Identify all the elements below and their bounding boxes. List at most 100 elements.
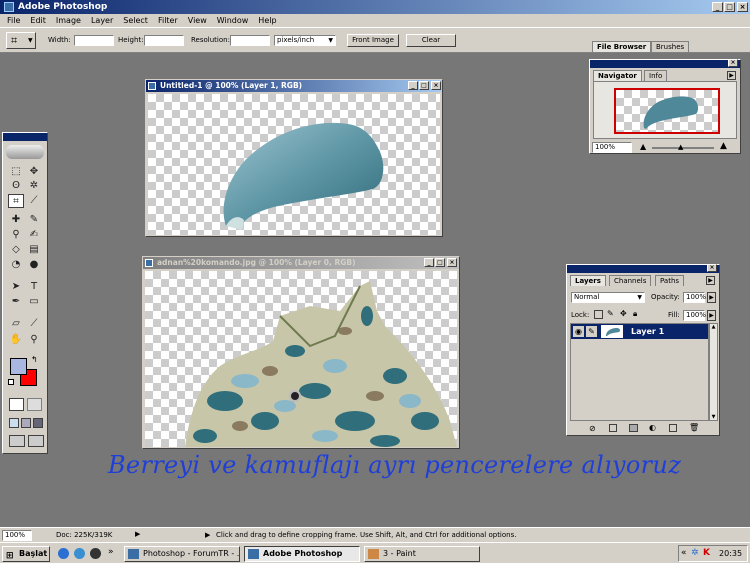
tab-brushes[interactable]: Brushes bbox=[651, 41, 690, 52]
menu-select[interactable]: Select bbox=[118, 16, 153, 25]
clone-stamp-icon[interactable]: ⚲ bbox=[8, 228, 24, 242]
layers-scrollbar[interactable]: ▲ ▼ bbox=[709, 323, 718, 421]
outlook-icon[interactable] bbox=[74, 548, 85, 559]
doc-close-button[interactable]: × bbox=[447, 258, 457, 267]
media-player-icon[interactable] bbox=[90, 548, 101, 559]
blend-mode-select[interactable]: Normal ▼ bbox=[571, 292, 645, 303]
menu-edit[interactable]: Edit bbox=[25, 16, 51, 25]
palette-menu-button[interactable]: ▶ bbox=[706, 276, 715, 285]
doc-maximize-button[interactable]: □ bbox=[435, 258, 445, 267]
menu-layer[interactable]: Layer bbox=[86, 16, 118, 25]
navigator-zoom-field[interactable]: 100% bbox=[592, 142, 632, 153]
tool-preset-picker[interactable]: ⌗ ▼ bbox=[6, 32, 36, 49]
front-image-button[interactable]: Front Image bbox=[347, 34, 399, 47]
foreground-color-swatch[interactable] bbox=[10, 358, 27, 375]
adobe-online-icon[interactable] bbox=[6, 145, 44, 159]
crop-icon[interactable]: ⌗ bbox=[8, 194, 24, 208]
palette-title-bar[interactable]: × bbox=[567, 264, 719, 273]
layer-row[interactable]: ◉ ✎ Layer 1 bbox=[571, 324, 708, 339]
blur-icon[interactable]: ◔ bbox=[8, 258, 24, 272]
tab-info[interactable]: Info bbox=[644, 70, 668, 81]
trash-icon[interactable]: 🗑︎ bbox=[689, 423, 699, 432]
scroll-down-icon[interactable]: ▼ bbox=[710, 414, 717, 420]
ie-icon[interactable] bbox=[58, 548, 69, 559]
doc-minimize-button[interactable]: _ bbox=[408, 81, 418, 90]
zoom-slider-thumb[interactable]: ▲ bbox=[678, 143, 683, 151]
tab-paths[interactable]: Paths bbox=[655, 275, 685, 286]
type-icon[interactable]: T bbox=[26, 280, 42, 294]
notes-icon[interactable]: ▱ bbox=[8, 317, 24, 331]
resolution-input[interactable] bbox=[230, 35, 270, 46]
width-input[interactable] bbox=[74, 35, 114, 46]
lasso-icon[interactable]: ʘ bbox=[8, 179, 24, 193]
menu-view[interactable]: View bbox=[183, 16, 212, 25]
task-photoshop-forumtr[interactable]: Photoshop - ForumTR - ... bbox=[124, 546, 240, 562]
lock-transparency-icon[interactable] bbox=[594, 310, 603, 319]
eye-icon[interactable]: ◉ bbox=[573, 326, 584, 337]
lock-all-icon[interactable]: 🔒︎ bbox=[633, 309, 637, 319]
screen-mode-full-icon[interactable] bbox=[33, 418, 43, 428]
navigator-view-box[interactable] bbox=[614, 88, 720, 134]
slice-icon[interactable]: ⟋ bbox=[26, 194, 42, 208]
magic-wand-icon[interactable]: ✲ bbox=[26, 179, 42, 193]
standard-mode-icon[interactable] bbox=[9, 398, 24, 411]
fill-input[interactable]: 100% bbox=[683, 310, 706, 321]
palette-title-bar[interactable]: × bbox=[590, 59, 740, 68]
tab-layers[interactable]: Layers bbox=[570, 275, 606, 286]
height-input[interactable] bbox=[144, 35, 184, 46]
move-icon[interactable]: ✥ bbox=[26, 165, 42, 179]
zoom-in-icon[interactable]: ▲ bbox=[720, 141, 727, 151]
navigator-preview[interactable] bbox=[593, 81, 737, 139]
minimize-button[interactable]: _ bbox=[712, 2, 723, 12]
quick-mask-icon[interactable] bbox=[27, 398, 42, 411]
history-brush-icon[interactable]: ✍ bbox=[26, 228, 42, 242]
scroll-up-icon[interactable]: ▲ bbox=[710, 324, 717, 330]
task-adobe-photoshop[interactable]: Adobe Photoshop bbox=[244, 546, 360, 562]
eraser-icon[interactable]: ◇ bbox=[8, 243, 24, 257]
menu-file[interactable]: File bbox=[2, 16, 25, 25]
screen-mode-full-menu-icon[interactable] bbox=[21, 418, 31, 428]
status-menu-arrow-icon[interactable]: ▶ bbox=[135, 530, 140, 538]
pen-icon[interactable]: ✒ bbox=[8, 295, 24, 309]
status-zoom-field[interactable]: 100% bbox=[2, 530, 32, 541]
new-layer-icon[interactable] bbox=[669, 424, 677, 432]
layer-set-icon[interactable] bbox=[629, 424, 638, 432]
palette-menu-button[interactable]: ▶ bbox=[727, 71, 736, 80]
document-canvas[interactable] bbox=[148, 94, 440, 235]
menu-image[interactable]: Image bbox=[51, 16, 86, 25]
opacity-input[interactable]: 100% bbox=[683, 292, 706, 303]
jump-to-imageready-icon[interactable] bbox=[9, 435, 25, 447]
default-colors-icon[interactable] bbox=[8, 379, 14, 385]
marquee-icon[interactable]: ⬚ bbox=[8, 165, 24, 179]
dodge-icon[interactable]: ● bbox=[26, 258, 42, 272]
doc-minimize-button[interactable]: _ bbox=[424, 258, 434, 267]
healing-brush-icon[interactable]: ✚ bbox=[8, 213, 24, 227]
document-canvas[interactable] bbox=[145, 271, 457, 447]
zoom-out-icon[interactable]: ▲ bbox=[640, 142, 646, 151]
hand-icon[interactable]: ✋ bbox=[8, 333, 24, 347]
menu-filter[interactable]: Filter bbox=[153, 16, 183, 25]
antivirus-icon[interactable]: K bbox=[703, 548, 710, 558]
fill-slider-button[interactable]: ▶ bbox=[707, 310, 716, 321]
doc-maximize-button[interactable]: □ bbox=[419, 81, 429, 90]
adjustment-layer-icon[interactable]: ◐ bbox=[649, 423, 656, 432]
swap-colors-icon[interactable]: ↰ bbox=[31, 355, 38, 364]
palette-close-button[interactable]: × bbox=[728, 59, 738, 67]
path-selection-icon[interactable]: ➤ bbox=[8, 280, 24, 294]
toolbox-title-bar[interactable] bbox=[3, 133, 47, 141]
network-icon[interactable]: ✲ bbox=[691, 548, 699, 558]
tray-expand-icon[interactable]: « bbox=[681, 548, 687, 558]
document-title-bar[interactable]: Untitled-1 @ 100% (Layer 1, RGB) _ □ × bbox=[146, 80, 442, 92]
menu-help[interactable]: Help bbox=[253, 16, 281, 25]
start-button[interactable]: ⊞ Başlat bbox=[2, 546, 50, 562]
lock-brush-icon[interactable]: ✎ bbox=[607, 309, 614, 318]
layer-mask-icon[interactable] bbox=[609, 424, 617, 432]
layer-style-icon[interactable]: ⊘ bbox=[589, 424, 596, 433]
jump-to-imageready-alt-icon[interactable] bbox=[28, 435, 44, 447]
zoom-icon[interactable]: ⚲ bbox=[26, 333, 42, 347]
screen-mode-standard-icon[interactable] bbox=[9, 418, 19, 428]
palette-close-button[interactable]: × bbox=[707, 264, 717, 272]
shape-icon[interactable]: ▭ bbox=[26, 295, 42, 309]
quick-launch-more-icon[interactable]: » bbox=[108, 547, 114, 557]
document-title-bar[interactable]: adnan%20komando.jpg @ 100% (Layer 0, RGB… bbox=[143, 257, 459, 269]
